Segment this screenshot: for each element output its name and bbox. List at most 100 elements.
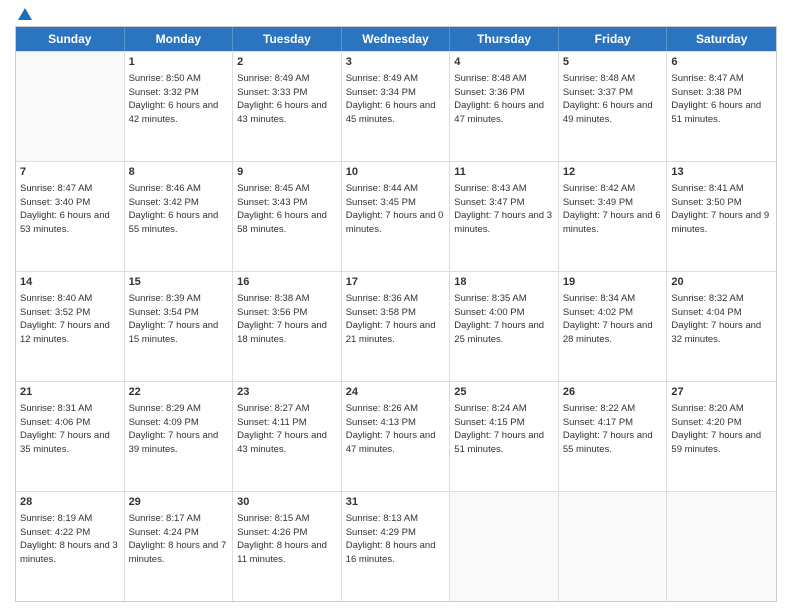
sunrise-text: Sunrise: 8:15 AM: [237, 512, 337, 526]
empty-cell: [559, 492, 668, 601]
sunrise-text: Sunrise: 8:49 AM: [346, 72, 446, 86]
daylight-text: Daylight: 6 hours and 42 minutes.: [129, 99, 229, 127]
day-number: 22: [129, 385, 229, 401]
sunset-text: Sunset: 3:38 PM: [671, 86, 772, 100]
day-number: 19: [563, 275, 663, 291]
day-cell-21: 21Sunrise: 8:31 AMSunset: 4:06 PMDayligh…: [16, 382, 125, 491]
sunrise-text: Sunrise: 8:45 AM: [237, 182, 337, 196]
header-day-thursday: Thursday: [450, 27, 559, 51]
sunset-text: Sunset: 3:56 PM: [237, 306, 337, 320]
sunset-text: Sunset: 4:04 PM: [671, 306, 772, 320]
sunset-text: Sunset: 4:26 PM: [237, 526, 337, 540]
daylight-text: Daylight: 6 hours and 43 minutes.: [237, 99, 337, 127]
day-number: 16: [237, 275, 337, 291]
sunrise-text: Sunrise: 8:49 AM: [237, 72, 337, 86]
day-cell-27: 27Sunrise: 8:20 AMSunset: 4:20 PMDayligh…: [667, 382, 776, 491]
day-number: 15: [129, 275, 229, 291]
empty-cell: [667, 492, 776, 601]
sunrise-text: Sunrise: 8:38 AM: [237, 292, 337, 306]
calendar-row-5: 28Sunrise: 8:19 AMSunset: 4:22 PMDayligh…: [16, 491, 776, 601]
daylight-text: Daylight: 7 hours and 25 minutes.: [454, 319, 554, 347]
day-cell-30: 30Sunrise: 8:15 AMSunset: 4:26 PMDayligh…: [233, 492, 342, 601]
daylight-text: Daylight: 7 hours and 15 minutes.: [129, 319, 229, 347]
day-cell-6: 6Sunrise: 8:47 AMSunset: 3:38 PMDaylight…: [667, 52, 776, 161]
sunrise-text: Sunrise: 8:35 AM: [454, 292, 554, 306]
calendar-header: SundayMondayTuesdayWednesdayThursdayFrid…: [16, 27, 776, 51]
day-cell-23: 23Sunrise: 8:27 AMSunset: 4:11 PMDayligh…: [233, 382, 342, 491]
day-number: 1: [129, 55, 229, 71]
calendar-row-2: 7Sunrise: 8:47 AMSunset: 3:40 PMDaylight…: [16, 161, 776, 271]
day-cell-15: 15Sunrise: 8:39 AMSunset: 3:54 PMDayligh…: [125, 272, 234, 381]
day-cell-3: 3Sunrise: 8:49 AMSunset: 3:34 PMDaylight…: [342, 52, 451, 161]
daylight-text: Daylight: 8 hours and 3 minutes.: [20, 539, 120, 567]
day-number: 30: [237, 495, 337, 511]
calendar: SundayMondayTuesdayWednesdayThursdayFrid…: [15, 26, 777, 602]
day-number: 26: [563, 385, 663, 401]
day-number: 2: [237, 55, 337, 71]
sunset-text: Sunset: 4:22 PM: [20, 526, 120, 540]
day-cell-28: 28Sunrise: 8:19 AMSunset: 4:22 PMDayligh…: [16, 492, 125, 601]
sunrise-text: Sunrise: 8:32 AM: [671, 292, 772, 306]
sunset-text: Sunset: 4:02 PM: [563, 306, 663, 320]
sunset-text: Sunset: 3:50 PM: [671, 196, 772, 210]
sunset-text: Sunset: 3:40 PM: [20, 196, 120, 210]
day-cell-25: 25Sunrise: 8:24 AMSunset: 4:15 PMDayligh…: [450, 382, 559, 491]
day-cell-18: 18Sunrise: 8:35 AMSunset: 4:00 PMDayligh…: [450, 272, 559, 381]
daylight-text: Daylight: 7 hours and 59 minutes.: [671, 429, 772, 457]
header-day-saturday: Saturday: [667, 27, 776, 51]
day-cell-7: 7Sunrise: 8:47 AMSunset: 3:40 PMDaylight…: [16, 162, 125, 271]
sunset-text: Sunset: 4:20 PM: [671, 416, 772, 430]
sunset-text: Sunset: 4:29 PM: [346, 526, 446, 540]
day-number: 17: [346, 275, 446, 291]
day-cell-12: 12Sunrise: 8:42 AMSunset: 3:49 PMDayligh…: [559, 162, 668, 271]
day-number: 4: [454, 55, 554, 71]
calendar-row-3: 14Sunrise: 8:40 AMSunset: 3:52 PMDayligh…: [16, 271, 776, 381]
sunrise-text: Sunrise: 8:39 AM: [129, 292, 229, 306]
sunset-text: Sunset: 4:24 PM: [129, 526, 229, 540]
daylight-text: Daylight: 7 hours and 12 minutes.: [20, 319, 120, 347]
day-cell-19: 19Sunrise: 8:34 AMSunset: 4:02 PMDayligh…: [559, 272, 668, 381]
calendar-row-1: 1Sunrise: 8:50 AMSunset: 3:32 PMDaylight…: [16, 51, 776, 161]
sunrise-text: Sunrise: 8:42 AM: [563, 182, 663, 196]
daylight-text: Daylight: 7 hours and 47 minutes.: [346, 429, 446, 457]
logo-icon: [16, 6, 34, 24]
calendar-page: SundayMondayTuesdayWednesdayThursdayFrid…: [0, 0, 792, 612]
sunset-text: Sunset: 3:54 PM: [129, 306, 229, 320]
day-number: 18: [454, 275, 554, 291]
sunrise-text: Sunrise: 8:36 AM: [346, 292, 446, 306]
empty-cell: [450, 492, 559, 601]
day-cell-13: 13Sunrise: 8:41 AMSunset: 3:50 PMDayligh…: [667, 162, 776, 271]
sunset-text: Sunset: 4:11 PM: [237, 416, 337, 430]
day-number: 24: [346, 385, 446, 401]
calendar-body: 1Sunrise: 8:50 AMSunset: 3:32 PMDaylight…: [16, 51, 776, 601]
header-day-tuesday: Tuesday: [233, 27, 342, 51]
sunset-text: Sunset: 3:33 PM: [237, 86, 337, 100]
sunset-text: Sunset: 3:37 PM: [563, 86, 663, 100]
day-number: 12: [563, 165, 663, 181]
day-cell-9: 9Sunrise: 8:45 AMSunset: 3:43 PMDaylight…: [233, 162, 342, 271]
sunset-text: Sunset: 3:36 PM: [454, 86, 554, 100]
daylight-text: Daylight: 6 hours and 47 minutes.: [454, 99, 554, 127]
day-number: 28: [20, 495, 120, 511]
sunset-text: Sunset: 4:17 PM: [563, 416, 663, 430]
day-cell-26: 26Sunrise: 8:22 AMSunset: 4:17 PMDayligh…: [559, 382, 668, 491]
daylight-text: Daylight: 8 hours and 16 minutes.: [346, 539, 446, 567]
sunrise-text: Sunrise: 8:27 AM: [237, 402, 337, 416]
day-cell-29: 29Sunrise: 8:17 AMSunset: 4:24 PMDayligh…: [125, 492, 234, 601]
daylight-text: Daylight: 7 hours and 51 minutes.: [454, 429, 554, 457]
header-day-monday: Monday: [125, 27, 234, 51]
daylight-text: Daylight: 7 hours and 55 minutes.: [563, 429, 663, 457]
daylight-text: Daylight: 7 hours and 21 minutes.: [346, 319, 446, 347]
daylight-text: Daylight: 7 hours and 39 minutes.: [129, 429, 229, 457]
sunrise-text: Sunrise: 8:24 AM: [454, 402, 554, 416]
day-number: 9: [237, 165, 337, 181]
sunrise-text: Sunrise: 8:48 AM: [563, 72, 663, 86]
daylight-text: Daylight: 8 hours and 7 minutes.: [129, 539, 229, 567]
day-cell-22: 22Sunrise: 8:29 AMSunset: 4:09 PMDayligh…: [125, 382, 234, 491]
daylight-text: Daylight: 7 hours and 35 minutes.: [20, 429, 120, 457]
day-cell-24: 24Sunrise: 8:26 AMSunset: 4:13 PMDayligh…: [342, 382, 451, 491]
daylight-text: Daylight: 6 hours and 55 minutes.: [129, 209, 229, 237]
sunrise-text: Sunrise: 8:50 AM: [129, 72, 229, 86]
sunset-text: Sunset: 3:43 PM: [237, 196, 337, 210]
sunset-text: Sunset: 3:34 PM: [346, 86, 446, 100]
